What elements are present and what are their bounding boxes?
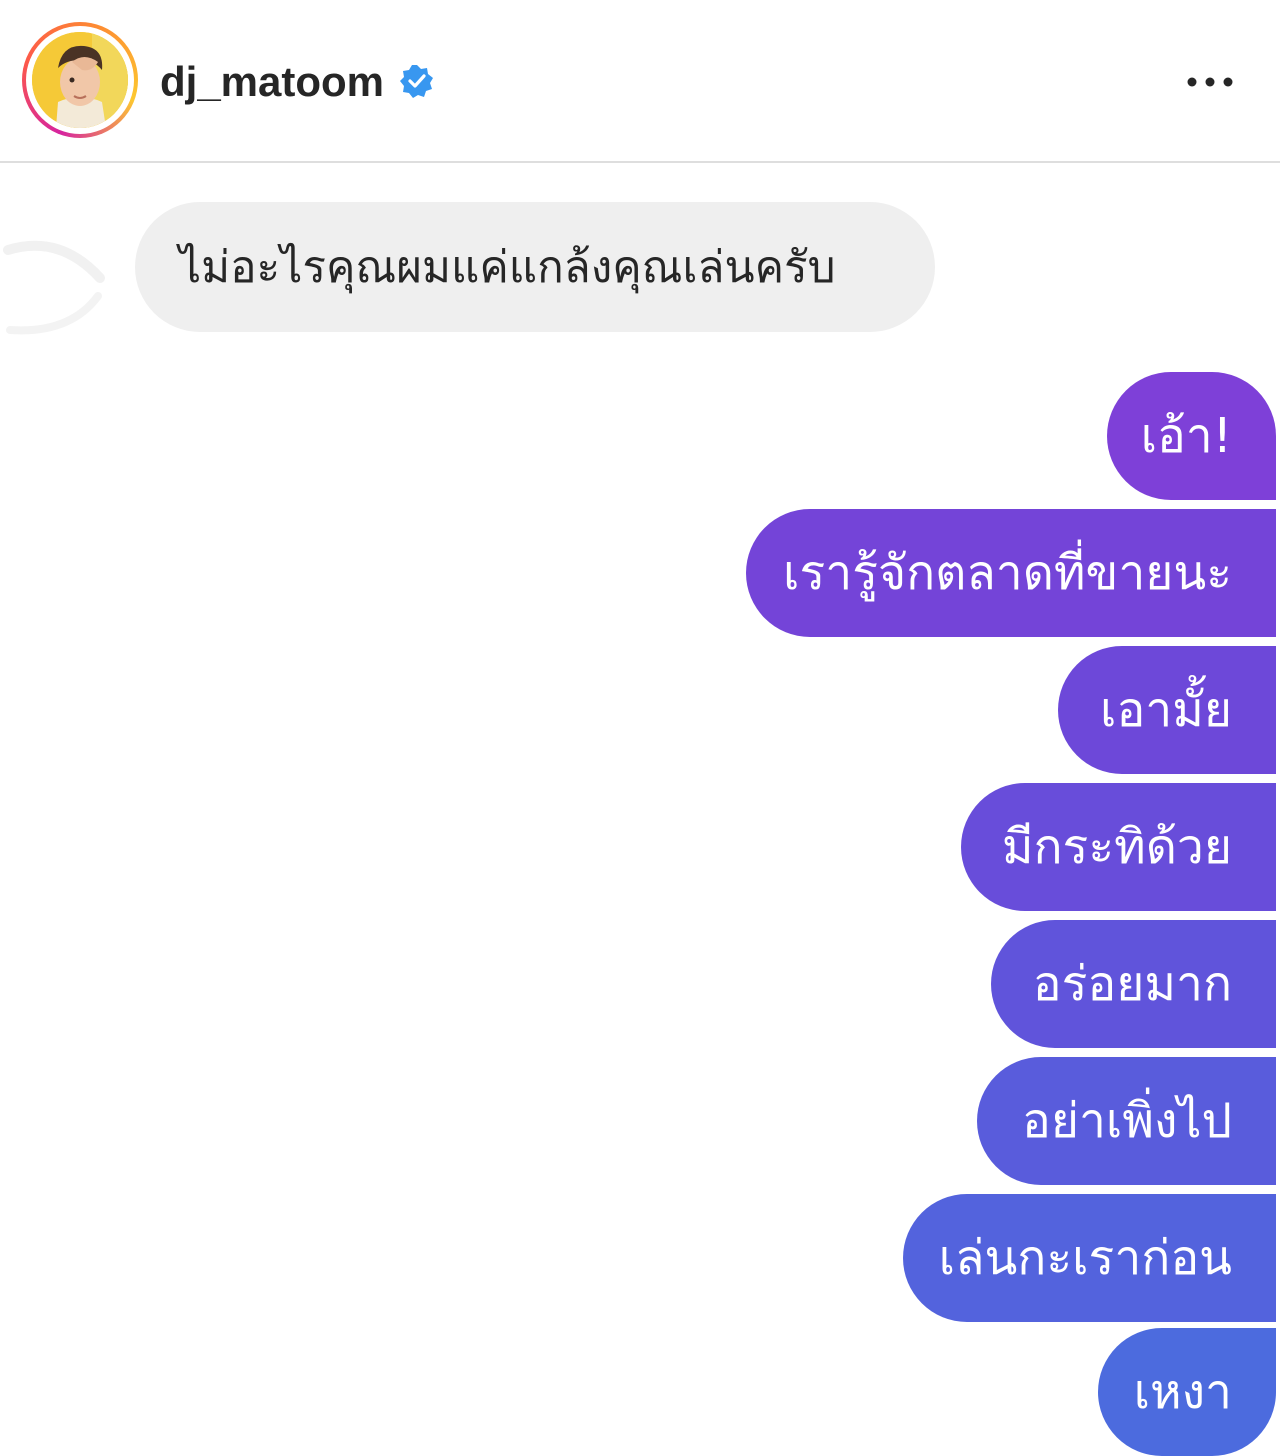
chat-header: dj_matoom: [0, 0, 1280, 163]
message-outgoing[interactable]: เรารู้จักตลาดที่ขายนะ: [746, 509, 1276, 637]
message-outgoing[interactable]: เหงา: [1098, 1328, 1276, 1456]
verified-badge-icon: [400, 64, 434, 98]
message-outgoing[interactable]: อร่อยมาก: [991, 920, 1276, 1048]
avatar[interactable]: [32, 32, 128, 128]
username[interactable]: dj_matoom: [160, 52, 384, 112]
message-outgoing[interactable]: มีกระทิด้วย: [961, 783, 1276, 911]
message-outgoing[interactable]: เอามั้ย: [1058, 646, 1276, 774]
more-horizontal-icon[interactable]: [1180, 62, 1240, 102]
message-outgoing[interactable]: อย่าเพิ่งไป: [977, 1057, 1276, 1185]
message-outgoing[interactable]: เล่นกะเราก่อน: [903, 1194, 1276, 1322]
message-incoming[interactable]: ไม่อะไรคุณผมแค่แกล้งคุณเล่นครับ: [135, 202, 935, 332]
story-ring[interactable]: [22, 22, 138, 138]
message-outgoing[interactable]: เอ้า!: [1107, 372, 1276, 500]
sender-avatar-placeholder: [0, 222, 110, 340]
